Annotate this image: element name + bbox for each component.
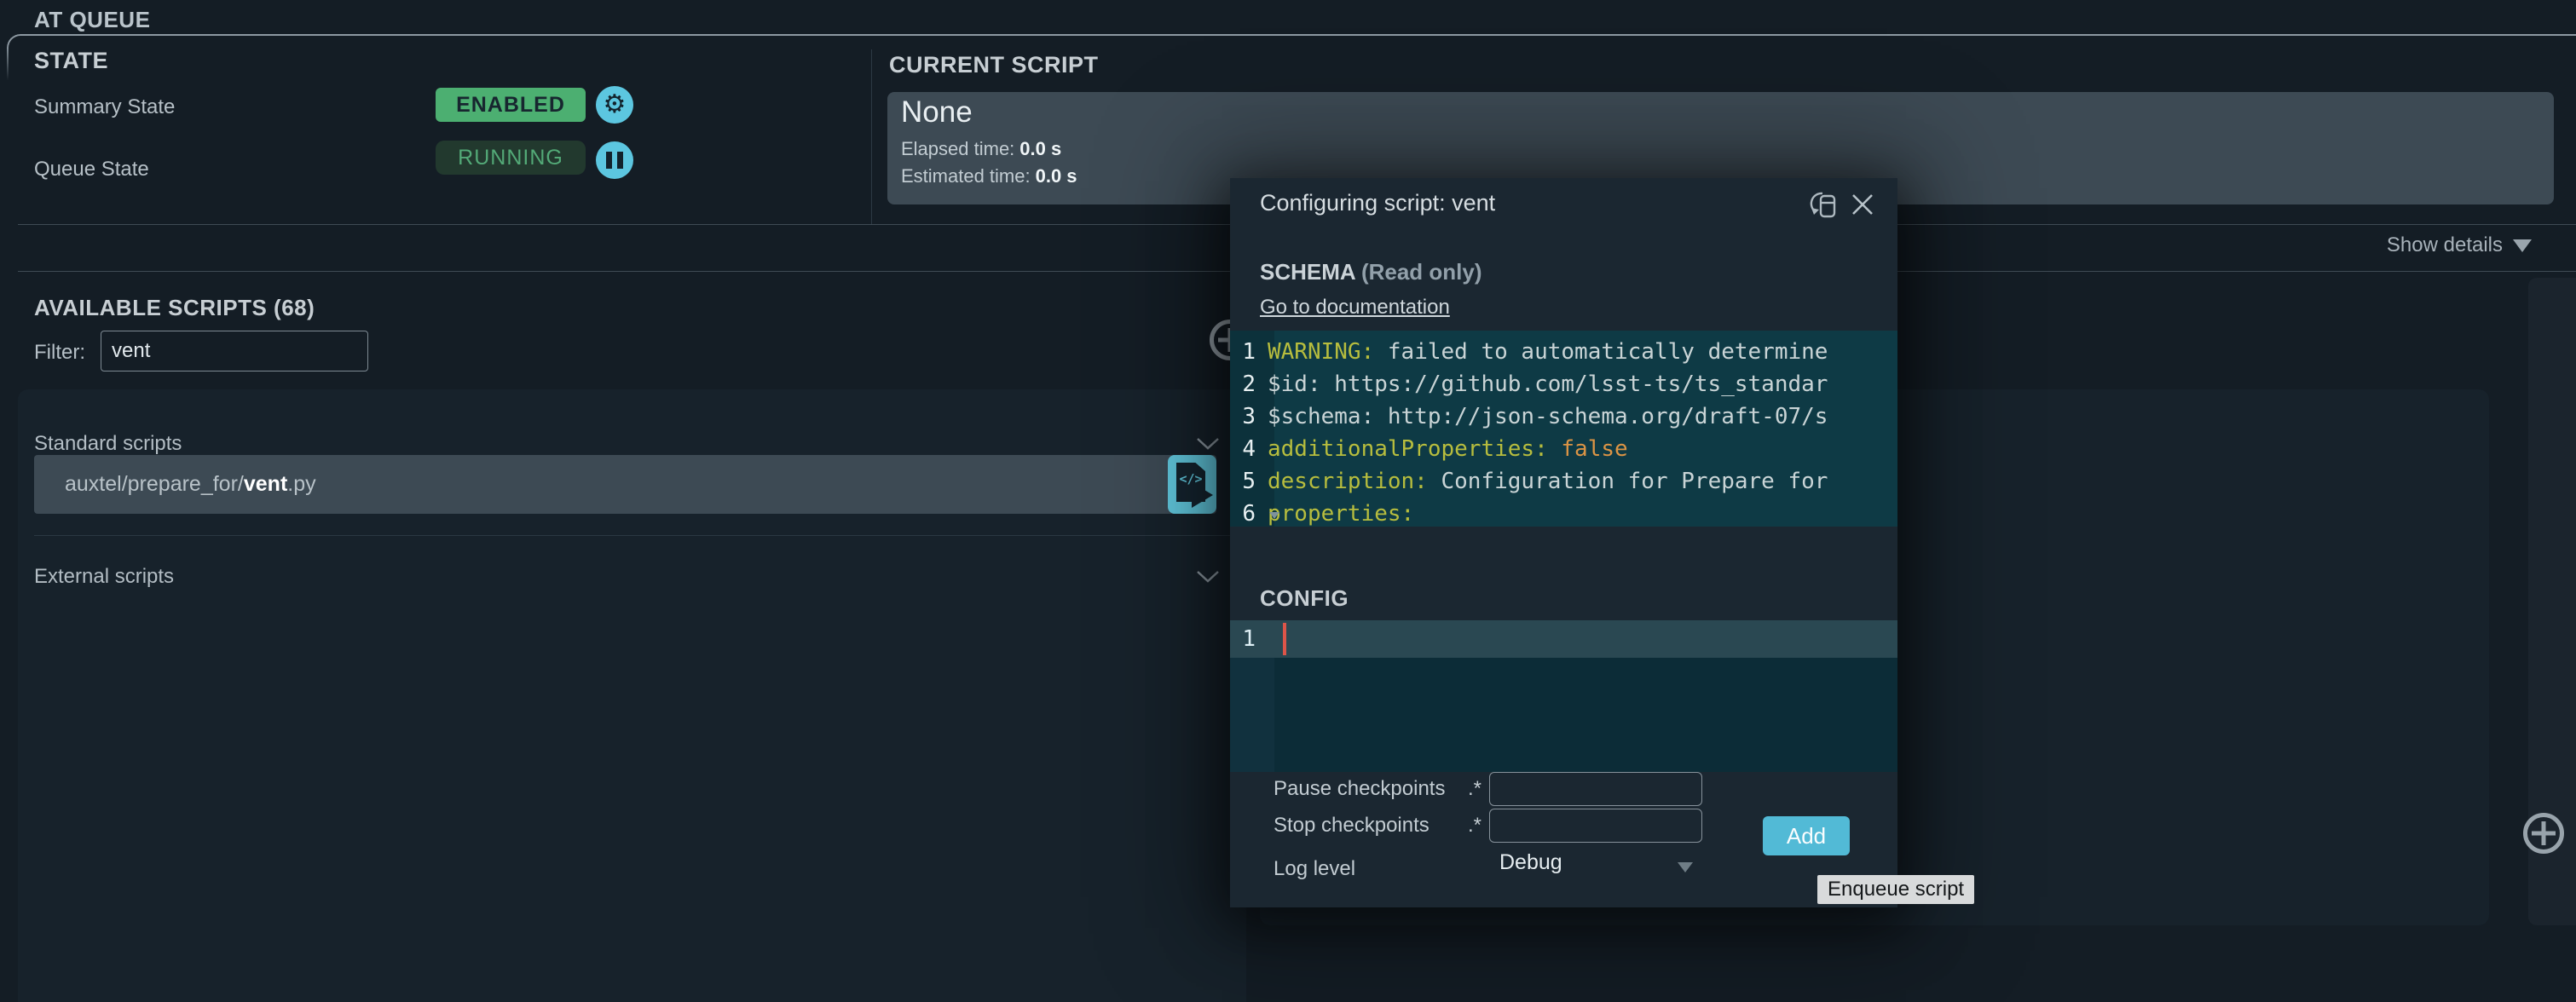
close-icon xyxy=(1847,189,1878,220)
stop-checkpoints-pattern: .* xyxy=(1468,814,1481,838)
chevron-down-icon xyxy=(1195,435,1221,451)
summary-state-label: Summary State xyxy=(34,95,175,119)
stop-checkpoints-label: Stop checkpoints xyxy=(1274,814,1430,838)
schema-editor[interactable]: 1WARNING: failed to automatically determ… xyxy=(1230,331,1897,527)
summary-state-config-button[interactable]: ⚙ xyxy=(596,86,633,124)
current-script-name: None xyxy=(901,95,973,130)
chevron-down-icon xyxy=(2513,239,2532,252)
summary-state-badge: ENABLED xyxy=(436,88,586,122)
log-level-select[interactable]: Debug xyxy=(1489,850,1707,883)
fold-marker-icon[interactable] xyxy=(1269,512,1279,519)
pause-queue-button[interactable] xyxy=(596,141,633,179)
log-level-value: Debug xyxy=(1499,850,1562,875)
queue-state-label: Queue State xyxy=(34,158,149,181)
schema-line: 2$id: https://github.com/lsst-ts/ts_stan… xyxy=(1230,368,1897,400)
queue-state-badge: RUNNING xyxy=(436,141,586,175)
elapsed-time-value: 0.0 s xyxy=(1019,138,1061,159)
standard-scripts-header[interactable]: Standard scripts xyxy=(18,413,1246,459)
copy-icon xyxy=(1808,189,1840,222)
estimated-time-row: Estimated time:0.0 s xyxy=(901,165,1077,187)
available-scripts-heading: AVAILABLE SCRIPTS (68) xyxy=(34,295,315,321)
at-queue-view: AT QUEUE STATE Summary State ENABLED ⚙ Q… xyxy=(0,0,2576,1002)
state-heading: STATE xyxy=(34,48,108,74)
filter-label: Filter: xyxy=(34,341,85,365)
schema-line: 1WARNING: failed to automatically determ… xyxy=(1230,336,1897,368)
gear-icon: ⚙ xyxy=(604,92,627,118)
config-line-number: 1 xyxy=(1230,620,1268,658)
state-current-divider xyxy=(871,49,872,224)
copy-config-button[interactable] xyxy=(1808,189,1840,222)
estimated-time-value: 0.0 s xyxy=(1036,165,1077,187)
panel-outline-corner xyxy=(7,34,26,89)
enqueue-script-tooltip: Enqueue script xyxy=(1817,875,1974,904)
pause-icon xyxy=(606,152,623,169)
launch-script-button[interactable]: </> xyxy=(1168,455,1216,514)
standard-scripts-label: Standard scripts xyxy=(34,432,182,456)
scripts-group-divider xyxy=(34,535,1230,536)
configure-script-modal: Configuring script: vent SCHEMA (Read on… xyxy=(1230,178,1897,907)
panel-outline-top xyxy=(22,34,2576,36)
pause-checkpoints-pattern: .* xyxy=(1468,777,1481,801)
log-level-label: Log level xyxy=(1274,857,1355,881)
config-editor[interactable]: 1 xyxy=(1230,620,1897,772)
text-caret xyxy=(1283,623,1286,655)
stop-checkpoints-input[interactable] xyxy=(1489,809,1702,843)
available-scripts-panel: Standard scripts auxtel/prepare_for/vent… xyxy=(18,389,1246,1002)
documentation-link[interactable]: Go to documentation xyxy=(1260,296,1450,320)
pause-checkpoints-label: Pause checkpoints xyxy=(1274,777,1445,801)
add-button[interactable]: Add xyxy=(1763,816,1850,855)
expand-handle-icon[interactable] xyxy=(2523,813,2564,854)
active-line xyxy=(1230,620,1897,658)
schema-line: 5description: Configuration for Prepare … xyxy=(1230,465,1897,498)
elapsed-time-row: Elapsed time:0.0 s xyxy=(901,138,1061,160)
page-title: AT QUEUE xyxy=(34,7,150,33)
script-row-vent[interactable]: auxtel/prepare_for/vent.py </> xyxy=(34,455,1216,514)
external-scripts-header[interactable]: External scripts xyxy=(18,545,1246,591)
schema-heading: SCHEMA (Read only) xyxy=(1260,259,1482,285)
filter-input[interactable] xyxy=(101,331,368,371)
config-heading: CONFIG xyxy=(1260,585,1349,612)
script-path: auxtel/prepare_for/vent.py xyxy=(65,455,316,514)
play-icon xyxy=(1192,482,1213,508)
schema-line: 6properties: xyxy=(1230,498,1897,527)
current-script-heading: CURRENT SCRIPT xyxy=(889,52,1099,78)
schema-line: 3$schema: http://json-schema.org/draft-0… xyxy=(1230,400,1897,433)
dropdown-caret-icon xyxy=(1678,862,1693,872)
external-scripts-label: External scripts xyxy=(34,565,174,589)
pause-checkpoints-input[interactable] xyxy=(1489,772,1702,806)
schema-readonly-label: (Read only) xyxy=(1361,259,1482,285)
chevron-down-icon xyxy=(1195,568,1221,584)
show-details-button[interactable]: Show details xyxy=(2387,233,2532,257)
schema-line: 4additionalProperties: false xyxy=(1230,433,1897,465)
modal-title: Configuring script: vent xyxy=(1260,190,1495,216)
close-modal-button[interactable] xyxy=(1847,189,1878,220)
